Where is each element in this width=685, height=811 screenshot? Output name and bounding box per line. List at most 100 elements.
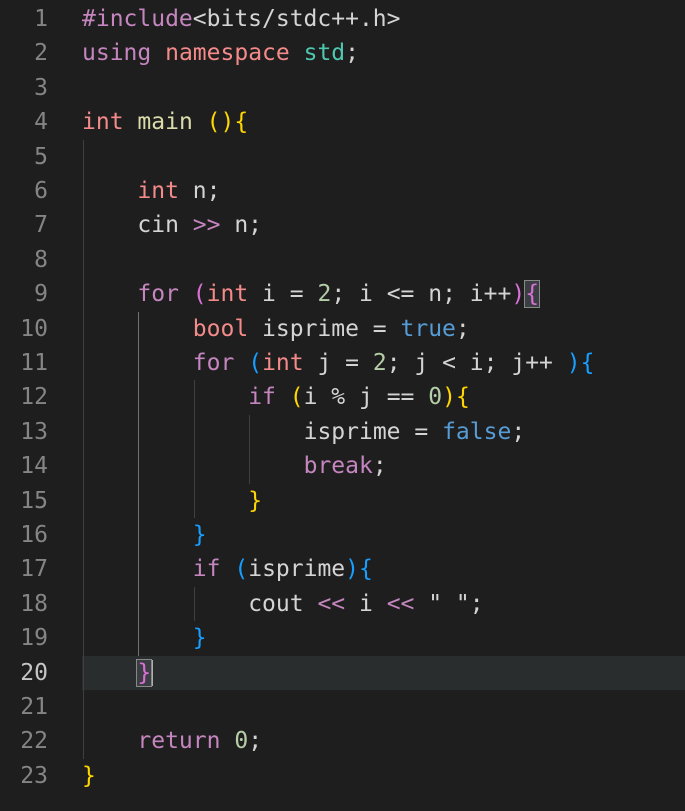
code-line[interactable]: 13 isprime = false; bbox=[0, 415, 685, 449]
line-number: 23 bbox=[20, 762, 48, 789]
code-line[interactable]: 17 if (isprime){ bbox=[0, 552, 685, 586]
code-token: 2 bbox=[372, 350, 387, 376]
code-area: int n; bbox=[82, 174, 685, 208]
code-token: << bbox=[386, 590, 415, 617]
line-number: 7 bbox=[34, 212, 48, 239]
code-text: } bbox=[193, 621, 207, 655]
code-line[interactable]: 11 for (int j = 2; j < i; j++ ){ bbox=[0, 346, 685, 380]
code-token: 2 bbox=[317, 281, 332, 308]
code-text: bool isprime = true; bbox=[193, 312, 470, 346]
indent-guide bbox=[193, 380, 195, 518]
code-line[interactable]: 14 break; bbox=[0, 449, 685, 483]
code-line[interactable]: 7 cin >> n; bbox=[0, 208, 685, 242]
code-line[interactable]: 1 #include<bits/stdc++.h> bbox=[0, 2, 685, 36]
code-token: 0 bbox=[428, 384, 443, 411]
code-line[interactable]: 18 cout << i << " "; bbox=[0, 587, 685, 621]
code-token: ( bbox=[289, 384, 304, 411]
code-token: ( bbox=[248, 350, 263, 376]
code-line[interactable]: 21 bbox=[0, 690, 685, 724]
code-token: for bbox=[137, 281, 179, 308]
code-line[interactable]: 10 bool isprime = true; bbox=[0, 312, 685, 346]
code-area: using namespace std; bbox=[82, 36, 685, 70]
code-text: if (i % j == 0){ bbox=[248, 380, 470, 414]
line-number: 13 bbox=[20, 418, 48, 445]
code-token: >> bbox=[192, 212, 221, 239]
code-line[interactable]: 5 bbox=[0, 140, 685, 174]
code-token: ) bbox=[345, 556, 360, 583]
code-text: cin >> n; bbox=[137, 208, 262, 242]
matched-bracket: } bbox=[136, 658, 153, 687]
code-line[interactable]: 9 for (int i = 2; i <= n; i++){ bbox=[0, 277, 685, 311]
code-token: isprime = bbox=[303, 418, 443, 445]
line-number: 16 bbox=[20, 522, 48, 548]
code-line[interactable]: 4 int main (){ bbox=[0, 105, 685, 139]
code-area: } bbox=[82, 621, 685, 655]
code-token: main bbox=[137, 109, 193, 136]
line-number: 9 bbox=[34, 281, 48, 308]
code-token: 0 bbox=[234, 728, 249, 755]
code-line[interactable]: 15} bbox=[0, 484, 685, 518]
code-token: ; bbox=[372, 453, 387, 480]
line-number: 5 bbox=[34, 143, 48, 170]
code-token: } bbox=[248, 487, 263, 514]
code-line[interactable]: 19} bbox=[0, 621, 685, 655]
line-number: 22 bbox=[20, 728, 48, 755]
code-token: cout bbox=[248, 590, 318, 617]
code-token: ( bbox=[234, 556, 249, 583]
code-editor[interactable]: 1 #include<bits/stdc++.h> 2 using namespace… bbox=[0, 0, 685, 811]
code-area: isprime = false; bbox=[82, 415, 685, 449]
code-token: { bbox=[580, 350, 595, 376]
line-number: 10 bbox=[20, 315, 48, 342]
code-line[interactable]: 6 int n; bbox=[0, 174, 685, 208]
text-cursor bbox=[151, 660, 154, 687]
code-token: if bbox=[192, 556, 221, 583]
code-token: isprime bbox=[248, 556, 346, 583]
code-area: if (isprime){ bbox=[82, 552, 685, 586]
code-token: n; bbox=[220, 212, 263, 239]
code-area: cin >> n; bbox=[82, 208, 685, 242]
line-number: 6 bbox=[34, 178, 48, 204]
indent-guide bbox=[83, 139, 84, 759]
line-number: 4 bbox=[34, 109, 48, 136]
code-token: cin bbox=[137, 212, 193, 239]
code-token: ( bbox=[192, 281, 207, 308]
code-token: { bbox=[359, 556, 373, 583]
code-area: } bbox=[82, 759, 685, 793]
code-text: #include<bits/stdc++.h> bbox=[82, 2, 401, 36]
code-area: return 0; bbox=[82, 724, 685, 758]
code-token: int bbox=[206, 281, 249, 308]
code-area: } bbox=[82, 518, 685, 552]
indent-guide bbox=[193, 586, 195, 622]
code-line[interactable]: 23} bbox=[0, 759, 685, 793]
code-token: { bbox=[455, 384, 470, 411]
code-text: if (isprime){ bbox=[193, 552, 373, 586]
code-line[interactable]: 22 return 0; bbox=[0, 724, 685, 758]
line-number: 11 bbox=[20, 350, 48, 376]
code-token: i bbox=[345, 590, 387, 617]
line-number: 19 bbox=[20, 625, 48, 652]
code-token: ; bbox=[345, 40, 359, 67]
code-token: false bbox=[442, 418, 512, 445]
code-line[interactable]: 16} bbox=[0, 518, 685, 552]
code-token: #include bbox=[82, 6, 193, 32]
code-area bbox=[82, 71, 685, 105]
code-text: using namespace std; bbox=[82, 36, 359, 70]
code-token: ; j < i; j++ bbox=[386, 350, 567, 376]
code-token: namespace bbox=[165, 40, 290, 67]
code-line[interactable]: 8 bbox=[0, 243, 685, 277]
code-text: int main (){ bbox=[82, 105, 248, 139]
code-area bbox=[82, 690, 685, 724]
code-area: for (int j = 2; j < i; j++ ){ bbox=[82, 346, 685, 380]
code-line[interactable]: 2 using namespace std; bbox=[0, 36, 685, 70]
code-text: } bbox=[82, 759, 96, 793]
line-number: 3 bbox=[34, 74, 48, 101]
code-token: if bbox=[248, 384, 276, 411]
code-line[interactable]: 20} bbox=[0, 655, 685, 690]
code-line[interactable]: 12 if (i % j == 0){ bbox=[0, 380, 685, 414]
code-line[interactable]: 3 bbox=[0, 71, 685, 105]
code-token: int bbox=[262, 350, 304, 376]
